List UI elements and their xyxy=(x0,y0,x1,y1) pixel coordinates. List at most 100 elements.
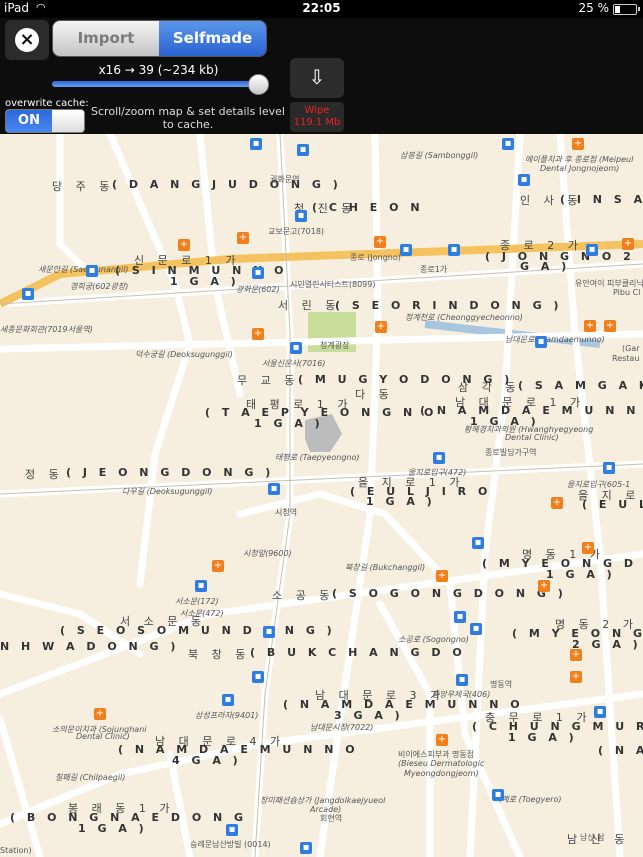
bus-stop-icon[interactable]: ▪ xyxy=(300,842,312,854)
bus-stop-icon[interactable]: ▪ xyxy=(470,623,482,635)
hospital-icon[interactable]: + xyxy=(436,570,448,582)
poi-label: 서울신문사(7016) xyxy=(262,359,326,368)
poi-label: Pibu Cl xyxy=(613,288,641,297)
selfmade-segment[interactable]: Selfmade xyxy=(159,21,266,56)
poi-label: 북창길 (Bukchanggil) xyxy=(345,563,426,572)
district-label: ( S O G O N G D O N G ) xyxy=(332,587,567,600)
bus-stop-icon[interactable]: ▪ xyxy=(518,174,530,186)
poi-label: 시청앞(9600) xyxy=(243,549,292,558)
hospital-icon[interactable]: + xyxy=(622,238,634,250)
bus-stop-icon[interactable]: ▪ xyxy=(297,144,309,156)
bus-stop-icon[interactable]: ▪ xyxy=(252,267,264,279)
bus-stop-icon[interactable]: ▪ xyxy=(268,483,280,495)
zoom-range-label: x16 → 39 (~234 kb) xyxy=(98,63,219,77)
bus-stop-icon[interactable]: ▪ xyxy=(86,265,98,277)
bus-stop-icon[interactable]: ▪ xyxy=(400,244,412,256)
poi-label: 시청역 xyxy=(275,508,298,517)
hospital-icon[interactable]: + xyxy=(375,321,387,333)
bus-stop-icon[interactable]: ▪ xyxy=(22,288,34,300)
bus-stop-icon[interactable]: ▪ xyxy=(250,138,262,150)
hospital-icon[interactable]: + xyxy=(570,649,582,661)
poi-label: 삼성프라자(9401) xyxy=(195,711,259,720)
poi-label: 남산 삼 xyxy=(580,833,605,842)
overwrite-cache-toggle[interactable]: ON xyxy=(5,109,85,133)
district-label: ( I N S A xyxy=(560,193,643,206)
cache-hint-text: Scroll/zoom map & set details level to c… xyxy=(91,105,285,131)
status-time: 22:05 xyxy=(302,1,341,15)
bus-stop-icon[interactable]: ▪ xyxy=(252,671,264,683)
import-segment[interactable]: Import xyxy=(53,21,159,56)
poi-label: 덕수궁길 (Deoksugunggil) xyxy=(135,350,233,359)
poi-label: 종로1가 xyxy=(420,265,448,274)
close-button[interactable]: × xyxy=(5,20,49,60)
hospital-icon[interactable]: + xyxy=(570,671,582,683)
bus-stop-icon[interactable]: ▪ xyxy=(295,210,307,222)
poi-label: 남대문로 (Namdaemunno) xyxy=(505,335,605,344)
bus-stop-icon[interactable]: ▪ xyxy=(586,244,598,256)
battery-icon xyxy=(613,4,637,15)
bus-stop-icon[interactable]: ▪ xyxy=(290,342,302,354)
source-segmented-control: Import Selfmade xyxy=(52,20,267,57)
battery-percent: 25 % xyxy=(578,1,610,15)
bus-stop-icon[interactable]: ▪ xyxy=(448,244,460,256)
hospital-icon[interactable]: + xyxy=(604,320,616,332)
poi-label: 다우길 (Deoksugunggil) xyxy=(122,487,213,496)
poi-label: Station) xyxy=(0,846,32,855)
district-label: 서 린 동 xyxy=(278,299,341,312)
district-label: ( N A xyxy=(598,744,643,757)
bus-stop-icon[interactable]: ▪ xyxy=(263,626,275,638)
bus-stop-icon[interactable]: ▪ xyxy=(603,462,615,474)
hospital-icon[interactable]: + xyxy=(374,236,386,248)
district-label: 1 G A ) xyxy=(546,568,616,581)
poi-label: 남대문시장(7022) xyxy=(310,723,374,732)
hospital-icon[interactable]: + xyxy=(584,320,596,332)
district-label: 1 G A ) xyxy=(254,417,324,430)
bus-stop-icon[interactable]: ▪ xyxy=(594,706,606,718)
hospital-icon[interactable]: + xyxy=(252,328,264,340)
bus-stop-icon[interactable]: ▪ xyxy=(222,694,234,706)
bus-stop-icon[interactable]: ▪ xyxy=(535,336,547,348)
hospital-icon[interactable]: + xyxy=(572,138,584,150)
poi-label: 종로 (Jongno) xyxy=(350,253,401,262)
hospital-icon[interactable]: + xyxy=(551,497,563,509)
poi-label: Dental Clinic) xyxy=(505,433,559,442)
poi-label: 세종문화회관(7019서울역) xyxy=(0,325,93,334)
bus-stop-icon[interactable]: ▪ xyxy=(454,611,466,623)
close-icon: × xyxy=(15,28,39,52)
bus-stop-icon[interactable]: ▪ xyxy=(433,452,445,464)
hospital-icon[interactable]: + xyxy=(94,708,106,720)
bus-stop-icon[interactable]: ▪ xyxy=(502,138,514,150)
poi-label: Restau xyxy=(612,354,640,363)
poi-label: 시민열린시티스트(8099) xyxy=(290,280,376,289)
hospital-icon[interactable]: + xyxy=(237,232,249,244)
toggle-on-label: ON xyxy=(6,110,52,132)
poi-label: 종로빌딩가구역 xyxy=(485,448,537,457)
hospital-icon[interactable]: + xyxy=(212,560,224,572)
poi-label: 퇴계로 (Toegyero) xyxy=(494,795,562,804)
bus-stop-icon[interactable]: ▪ xyxy=(492,789,504,801)
district-label: 삼 각 동 xyxy=(458,381,521,394)
download-button[interactable]: ⇩ xyxy=(290,58,344,98)
poi-label: 을지로입구(472) xyxy=(408,468,467,477)
hospital-icon[interactable]: + xyxy=(178,239,190,251)
detail-level-slider[interactable] xyxy=(52,74,269,95)
hospital-icon[interactable]: + xyxy=(436,734,448,746)
poi-label: 정계천로 (Cheonggyecheonno) xyxy=(405,313,523,322)
hospital-icon[interactable]: + xyxy=(538,580,550,592)
district-label: 1 G A ) xyxy=(170,275,240,288)
slider-knob[interactable] xyxy=(248,74,269,95)
wipe-button[interactable]: Wipe 119.1 Mb xyxy=(290,102,344,132)
bus-stop-icon[interactable]: ▪ xyxy=(195,580,207,592)
district-label: G A ) xyxy=(520,260,571,273)
bus-stop-icon[interactable]: ▪ xyxy=(226,824,238,836)
district-label: 1 G A ) xyxy=(78,822,148,835)
poi-label: 승례문남산방빌 (0014) xyxy=(190,840,271,849)
poi-label: 새문안길 (Saemunangil) xyxy=(38,265,129,274)
district-label: 당 주 동 xyxy=(52,180,115,193)
district-label: 2 G A ) xyxy=(572,638,642,651)
bus-stop-icon[interactable]: ▪ xyxy=(472,537,484,549)
map-view[interactable]: 당 주 동 ( D A N G J U D O N G ) 청 진 동 ( C … xyxy=(0,134,643,857)
hospital-icon[interactable]: + xyxy=(582,542,594,554)
district-label: 1 G A ) xyxy=(366,495,436,508)
bus-stop-icon[interactable]: ▪ xyxy=(456,674,468,686)
